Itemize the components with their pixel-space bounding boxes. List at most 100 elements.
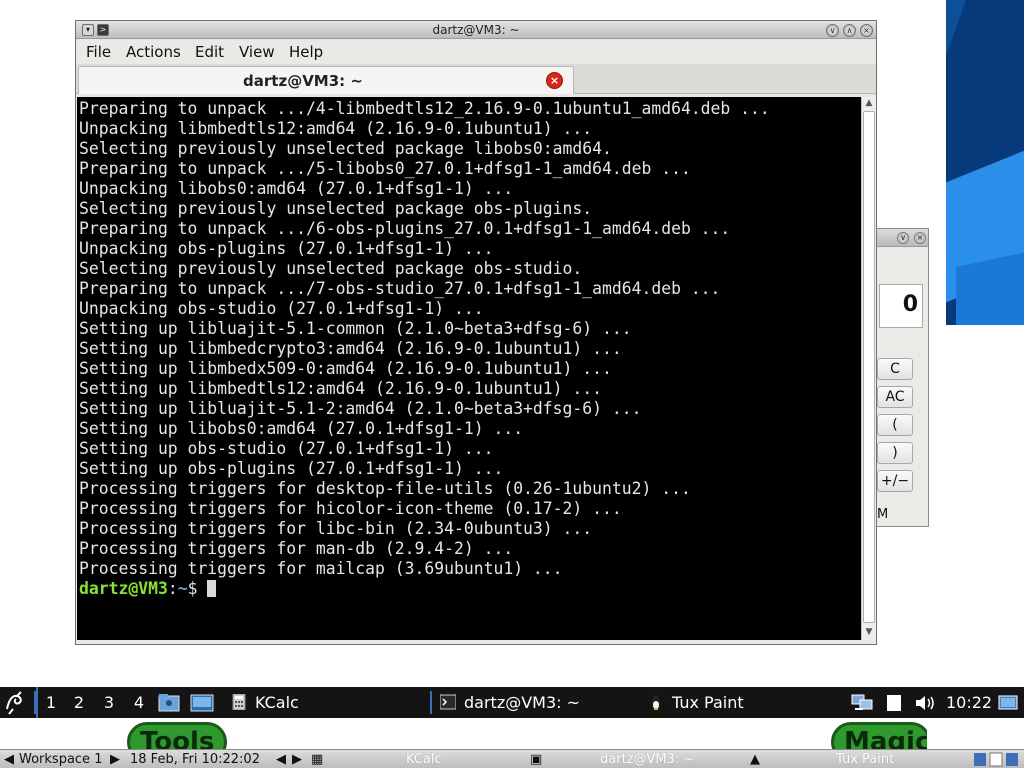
kcalc-sign-button[interactable]: +/− [877, 470, 913, 492]
terminal-line: Setting up libluajit-5.1-2:amd64 (2.1.0~… [79, 399, 642, 418]
terminal-line: Selecting previously unselected package … [79, 199, 593, 218]
workspace-4-button[interactable]: 4 [125, 687, 153, 718]
terminal-line: Setting up libobs0:amd64 (27.0.1+dfsg1-1… [79, 419, 524, 438]
datetime-prev-icon[interactable]: ◀ [276, 751, 286, 768]
tuxpaint-tools-label[interactable]: Tools [127, 722, 227, 750]
bottom-kcalc-icon: ▦ [311, 752, 324, 767]
datetime-next-icon[interactable]: ▶ [292, 751, 302, 768]
tuxpaint-icon [651, 695, 661, 710]
scroll-down-arrow-icon[interactable]: ▼ [864, 627, 874, 637]
workspace-3-button[interactable]: 3 [95, 687, 123, 718]
terminal-icon [440, 694, 456, 710]
terminal-window: ▾ > dartz@VM3: ~ ∨ ∧ × File Actions Edit… [75, 20, 877, 645]
app-menu-icon[interactable] [3, 687, 29, 718]
task-kcalc-label: KCalc [255, 693, 299, 712]
terminal-line: Unpacking libobs0:amd64 (27.0.1+dfsg1-1)… [79, 179, 514, 198]
terminal-line: Unpacking obs-studio (27.0.1+dfsg1-1) ..… [79, 299, 484, 318]
terminal-line: Setting up libmbedx509-0:amd64 (2.16.9-0… [79, 359, 612, 378]
terminal-scrollbar[interactable]: ▲ ▼ [861, 97, 876, 640]
terminal-tabbar: dartz@VM3: ~ × [76, 64, 876, 94]
workspace-prev-icon[interactable]: ◀ [4, 751, 14, 768]
terminal-line: Preparing to unpack .../5-libobs0_27.0.1… [79, 159, 691, 178]
prompt-user: dartz@VM3 [79, 579, 168, 598]
kcalc-titlebar[interactable]: ∨ × [877, 229, 928, 247]
workspace-1-button[interactable]: 1 [36, 687, 64, 718]
terminal-line: Setting up libmbedcrypto3:amd64 (2.16.9-… [79, 339, 622, 358]
show-desktop-icon[interactable] [998, 694, 1018, 712]
menu-file[interactable]: File [86, 43, 111, 61]
terminal-cursor [207, 580, 217, 597]
top-panel: 1 2 3 4 KCalc dartz@VM3: ~ Tux Paint 10:… [0, 687, 1024, 718]
task-kcalc[interactable]: KCalc [227, 688, 427, 717]
terminal-line: Processing triggers for libc-bin (2.34-0… [79, 519, 593, 538]
bottom-datetime[interactable]: 18 Feb, Fri 10:22:02 [130, 751, 260, 768]
menu-view[interactable]: View [239, 43, 275, 61]
terminal-line: Processing triggers for mailcap (3.69ubu… [79, 559, 563, 578]
bottom-terminal-icon: ▣ [530, 752, 543, 767]
terminal-line: Selecting previously unselected package … [79, 259, 583, 278]
screenshot-icon[interactable] [190, 687, 214, 718]
terminal-line: Selecting previously unselected package … [79, 139, 612, 158]
task-tuxpaint[interactable]: Tux Paint [644, 688, 844, 717]
terminal-tab[interactable]: dartz@VM3: ~ × [78, 66, 574, 94]
file-manager-icon[interactable] [158, 687, 180, 718]
maximize-icon[interactable]: ∧ [843, 24, 856, 37]
close-icon[interactable]: × [860, 24, 873, 37]
terminal-line: Preparing to unpack .../4-libmbedtls12_2… [79, 99, 770, 118]
menu-actions[interactable]: Actions [126, 43, 181, 61]
scrollbar-thumb[interactable] [863, 111, 875, 623]
terminal-line: Processing triggers for man-db (2.9.4-2)… [79, 539, 514, 558]
terminal-line: Setting up obs-plugins (27.0.1+dfsg1-1) … [79, 459, 504, 478]
desktop: Tools Magic ∨ × 0 C AC ( ) +/− M ▾ > dar… [0, 0, 1024, 768]
bottom-task-tuxpaint[interactable]: Tux Paint [836, 751, 894, 768]
calculator-icon [232, 694, 246, 710]
prompt-path: ~ [177, 579, 188, 598]
bottom-tuxpaint-icon: ▲ [750, 752, 760, 767]
clipboard-icon[interactable] [885, 694, 903, 712]
terminal-tab-label: dartz@VM3: ~ [243, 72, 363, 90]
bottom-task-kcalc[interactable]: KCalc [406, 751, 442, 768]
terminal-titlebar[interactable]: ▾ > dartz@VM3: ~ ∨ ∧ × [76, 21, 876, 39]
task-terminal[interactable]: dartz@VM3: ~ [436, 688, 636, 717]
kcalc-display: 0 [879, 284, 923, 328]
terminal-prompt: dartz@VM3:~$ [79, 579, 862, 599]
terminal-line: Setting up libmbedtls12:amd64 (2.16.9-0.… [79, 379, 603, 398]
volume-icon[interactable] [914, 694, 936, 712]
task-active-indicator [430, 691, 432, 714]
terminal-window-title: dartz@VM3: ~ [432, 23, 520, 37]
terminal-line: Setting up libluajit-5.1-common (2.1.0~b… [79, 319, 632, 338]
menu-help[interactable]: Help [289, 43, 323, 61]
prompt-symbol: $ [187, 579, 198, 598]
kcalc-memory-label: M [877, 507, 889, 522]
tuxpaint-magic-label[interactable]: Magic [831, 722, 927, 750]
kcalc-clear-button[interactable]: C [877, 358, 913, 380]
kcalc-open-paren-button[interactable]: ( [877, 414, 913, 436]
minimize-icon[interactable]: ∨ [826, 24, 839, 37]
workspace-switcher[interactable]: Workspace 1 [19, 751, 102, 768]
terminal-line: Preparing to unpack .../7-obs-studio_27.… [79, 279, 721, 298]
terminal-output[interactable]: Preparing to unpack .../4-libmbedtls12_2… [77, 97, 862, 640]
bottom-task-terminal[interactable]: dartz@VM3: ~ [600, 751, 694, 768]
prompt-separator: : [167, 579, 178, 598]
clock[interactable]: 10:22 [946, 687, 992, 718]
network-icon[interactable] [851, 694, 873, 712]
task-terminal-label: dartz@VM3: ~ [464, 693, 581, 712]
desktop-wallpaper [946, 0, 1024, 325]
terminal-menubar: File Actions Edit View Help [76, 40, 876, 64]
kcalc-close-icon[interactable]: × [914, 232, 926, 244]
terminal-line: Processing triggers for hicolor-icon-the… [79, 499, 622, 518]
terminal-line: Setting up obs-studio (27.0.1+dfsg1-1) .… [79, 439, 494, 458]
workspace-next-icon[interactable]: ▶ [110, 751, 120, 768]
menu-edit[interactable]: Edit [195, 43, 224, 61]
terminal-line: Processing triggers for desktop-file-uti… [79, 479, 691, 498]
tab-close-icon[interactable]: × [546, 72, 563, 89]
kcalc-window: ∨ × 0 C AC ( ) +/− M [876, 228, 929, 527]
scroll-up-arrow-icon[interactable]: ▲ [864, 98, 874, 108]
kcalc-minimize-icon[interactable]: ∨ [897, 232, 909, 244]
task-tuxpaint-label: Tux Paint [672, 693, 744, 712]
terminal-line: Preparing to unpack .../6-obs-plugins_27… [79, 219, 731, 238]
workspace-2-button[interactable]: 2 [65, 687, 93, 718]
bottom-tray-icons[interactable] [972, 751, 1022, 768]
kcalc-all-clear-button[interactable]: AC [877, 386, 913, 408]
kcalc-close-paren-button[interactable]: ) [877, 442, 913, 464]
